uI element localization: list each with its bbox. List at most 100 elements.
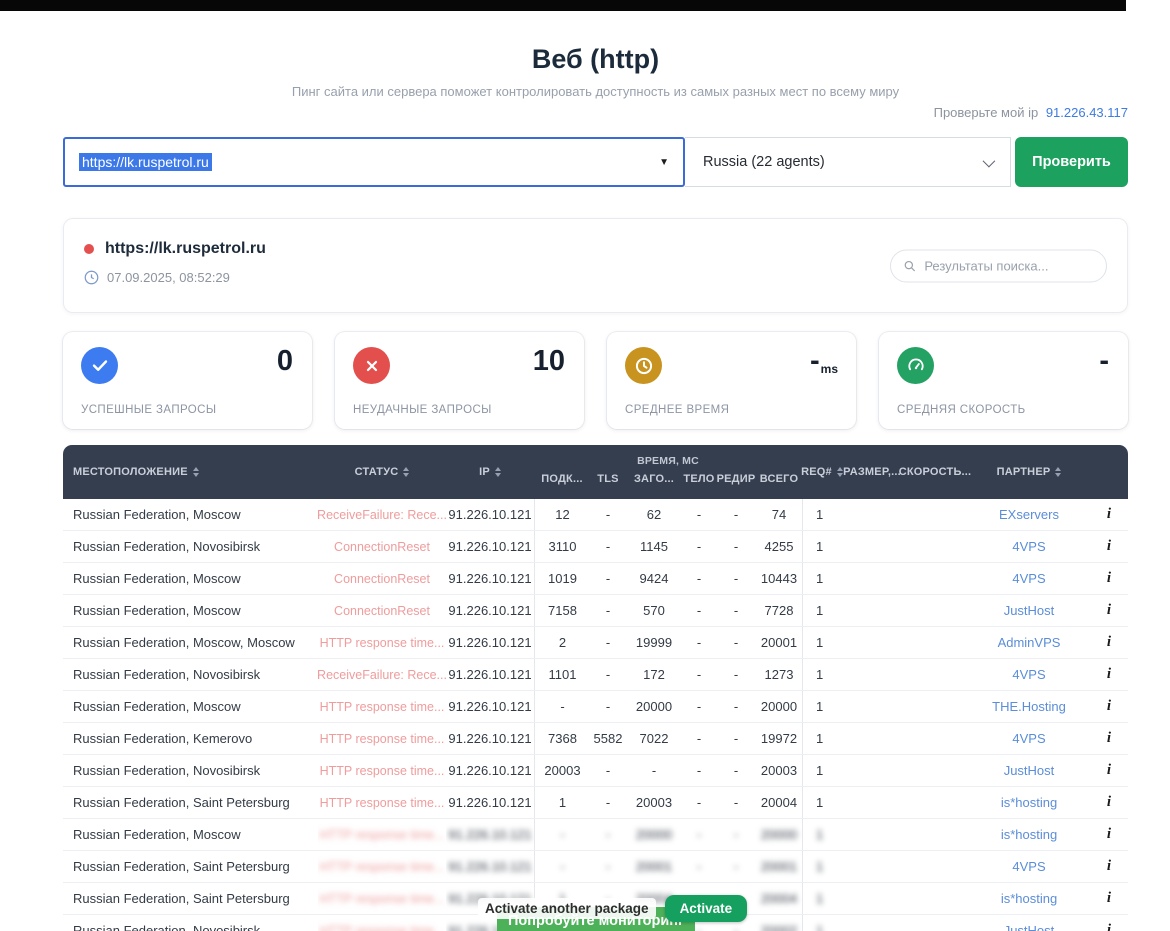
partner-link[interactable]: THE.Hosting [968, 691, 1090, 722]
cell-req-count: 1 [802, 563, 842, 594]
col-header-req[interactable]: REQ# [802, 466, 842, 478]
url-input[interactable]: https://lk.ruspetrol.ru ▼ [63, 137, 685, 187]
cell-tls-time: - [590, 659, 626, 690]
cell-req-count: 1 [802, 883, 842, 914]
cell-speed [902, 595, 968, 626]
partner-link[interactable]: is*hosting [968, 819, 1090, 850]
table-row: Russian Federation, MoscowHTTP response … [63, 691, 1128, 723]
partner-link[interactable]: JustHost [968, 595, 1090, 626]
cell-speed [902, 531, 968, 562]
cell-connect-time: - [534, 819, 590, 850]
col-header-speed[interactable]: СКОРОСТЬ... [902, 466, 968, 478]
table-row: Russian Federation, MoscowConnectionRese… [63, 563, 1128, 595]
url-dropdown-arrow-icon[interactable]: ▼ [659, 157, 669, 168]
check-button[interactable]: Проверить [1015, 137, 1128, 187]
cell-connect-time: 7368 [534, 723, 590, 754]
cell-body-time: - [682, 531, 716, 562]
info-icon[interactable]: i [1090, 915, 1128, 931]
cell-req-count: 1 [802, 627, 842, 658]
cell-speed [902, 627, 968, 658]
col-header-size[interactable]: РАЗМЕР,... [842, 466, 902, 478]
partner-link[interactable]: JustHost [968, 755, 1090, 786]
cell-total-time: 20004 [756, 787, 802, 818]
web-check-page: Веб (http) Пинг сайта или сервера поможе… [63, 11, 1128, 931]
results-table: ВРЕМЯ, МС МЕСТОПОЛОЖЕНИЕ СТАТУС IP ПОДК.… [63, 445, 1128, 931]
cell-total-time: 74 [756, 499, 802, 530]
region-select[interactable]: Russia (22 agents) [685, 137, 1011, 187]
result-url: https://lk.ruspetrol.ru [105, 240, 266, 258]
info-icon[interactable]: i [1090, 563, 1128, 594]
col-header-partner[interactable]: ПАРТНЕР [968, 466, 1090, 478]
browser-chrome-bar [0, 0, 1126, 11]
stat-card-avg-speed: - СРЕДНЯЯ СКОРОСТЬ [879, 332, 1128, 429]
cell-status: ConnectionReset [318, 563, 446, 594]
cell-status: ConnectionReset [318, 595, 446, 626]
partner-link[interactable]: 4VPS [968, 723, 1090, 754]
info-icon[interactable]: i [1090, 787, 1128, 818]
cell-tls-time: 5582 [590, 723, 626, 754]
cell-redirect-time: - [716, 499, 756, 530]
cell-location: Russian Federation, Moscow [63, 563, 318, 594]
cell-req-count: 1 [802, 723, 842, 754]
cell-req-count: 1 [802, 499, 842, 530]
partner-link[interactable]: is*hosting [968, 787, 1090, 818]
cell-location: Russian Federation, Saint Petersburg [63, 787, 318, 818]
sort-icon [403, 467, 409, 477]
partner-link[interactable]: is*hosting [968, 883, 1090, 914]
cell-size [842, 659, 902, 690]
info-icon[interactable]: i [1090, 723, 1128, 754]
cell-total-time: 20004 [756, 883, 802, 914]
result-header-card: https://lk.ruspetrol.ru 07.09.2025, 08:5… [63, 218, 1128, 313]
cell-body-time: - [682, 819, 716, 850]
cell-connect-time: 1 [534, 787, 590, 818]
table-row: Russian Federation, MoscowHTTP response … [63, 819, 1128, 851]
info-icon[interactable]: i [1090, 499, 1128, 530]
cell-connect-time: 20003 [534, 755, 590, 786]
cell-req-count: 1 [802, 531, 842, 562]
cell-status: HTTP response time... [318, 787, 446, 818]
partner-link[interactable]: 4VPS [968, 531, 1090, 562]
partner-link[interactable]: 4VPS [968, 851, 1090, 882]
cell-ip: 91.226.10.121 [446, 755, 534, 786]
info-icon[interactable]: i [1090, 691, 1128, 722]
cell-location: Russian Federation, Moscow [63, 819, 318, 850]
cell-tls-time: - [590, 627, 626, 658]
cell-status: ReceiveFailure: Rece... [318, 499, 446, 530]
info-icon[interactable]: i [1090, 531, 1128, 562]
partner-link[interactable]: 4VPS [968, 659, 1090, 690]
col-header-location[interactable]: МЕСТОПОЛОЖЕНИЕ [63, 466, 318, 478]
page-title: Веб (http) [63, 44, 1128, 75]
cell-headers-time: 1145 [626, 531, 682, 562]
info-icon[interactable]: i [1090, 883, 1128, 914]
cell-status: HTTP response time... [318, 915, 446, 931]
activate-button[interactable]: Activate [665, 895, 748, 922]
cell-status: HTTP response time... [318, 691, 446, 722]
cell-status: HTTP response time... [318, 851, 446, 882]
partner-link[interactable]: AdminVPS [968, 627, 1090, 658]
my-ip-link[interactable]: 91.226.43.117 [1046, 105, 1128, 120]
info-icon[interactable]: i [1090, 819, 1128, 850]
cell-tls-time: - [590, 563, 626, 594]
cell-body-time: - [682, 499, 716, 530]
results-search [890, 249, 1107, 282]
cell-redirect-time: - [716, 755, 756, 786]
cell-headers-time: 20003 [626, 787, 682, 818]
cell-ip: 91.226.10.121 [446, 787, 534, 818]
partner-link[interactable]: 4VPS [968, 563, 1090, 594]
info-icon[interactable]: i [1090, 595, 1128, 626]
table-row: Russian Federation, Saint PetersburgHTTP… [63, 851, 1128, 883]
cell-ip: 91.226.10.121 [446, 723, 534, 754]
col-header-ip[interactable]: IP [446, 466, 534, 478]
info-icon[interactable]: i [1090, 659, 1128, 690]
cell-tls-time: - [590, 851, 626, 882]
clock-icon [625, 347, 662, 384]
col-header-status[interactable]: СТАТУС [318, 466, 446, 478]
search-input[interactable] [924, 258, 1094, 273]
info-icon[interactable]: i [1090, 755, 1128, 786]
partner-link[interactable]: JustHost [968, 915, 1090, 931]
partner-link[interactable]: EXservers [968, 499, 1090, 530]
info-icon[interactable]: i [1090, 851, 1128, 882]
info-icon[interactable]: i [1090, 627, 1128, 658]
cell-total-time: 19972 [756, 723, 802, 754]
cell-speed [902, 915, 968, 931]
